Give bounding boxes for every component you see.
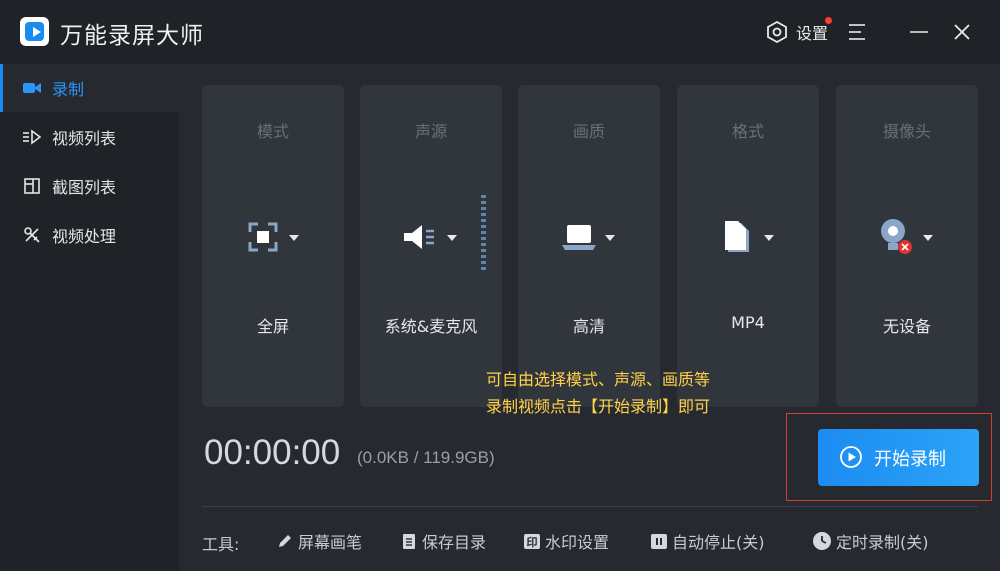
card-value: 无设备 — [882, 317, 931, 336]
settings-button[interactable]: 设置 — [764, 17, 832, 45]
chevron-down-icon — [289, 235, 299, 241]
clock-icon — [813, 532, 831, 550]
app-title: 万能录屏大师 — [60, 23, 204, 49]
sidebar-item-video-list[interactable]: 视频列表 — [0, 113, 179, 161]
volume-meter-icon — [481, 195, 486, 270]
svg-text:印: 印 — [527, 536, 538, 549]
sidebar-item-video-tools[interactable]: 视频处理 — [0, 211, 179, 259]
card-header: 画质 — [572, 122, 605, 141]
sidebar-item-screenshot-list[interactable]: 截图列表 — [0, 162, 179, 210]
tip-line-2: 录制视频点击【开始录制】即可 — [486, 397, 711, 416]
menu-icon[interactable] — [846, 20, 870, 44]
video-list-icon — [23, 129, 42, 145]
start-recording-label: 开始录制 — [874, 448, 946, 470]
tip-annotation: 可自由选择模式、声源、画质等 录制视频点击【开始录制】即可 — [486, 366, 710, 420]
audio-source-card[interactable]: 声源 系统&麦克风 — [360, 85, 502, 407]
laptop-icon — [562, 225, 596, 250]
card-value: 全屏 — [256, 317, 289, 336]
tip-line-1: 可自由选择模式、声源、画质等 — [486, 370, 711, 389]
tool-screen-pen[interactable]: 屏幕画笔 — [276, 529, 362, 553]
watermark-icon: 印 — [524, 534, 540, 549]
chevron-down-icon — [447, 235, 457, 241]
app-logo-icon — [20, 17, 49, 46]
sidebar-item-label: 截图列表 — [52, 178, 117, 197]
close-icon[interactable] — [950, 20, 974, 44]
tool-label: 定时录制(关) — [836, 533, 929, 552]
quality-card[interactable]: 画质 高清 — [518, 85, 660, 407]
card-header: 摄像头 — [882, 122, 931, 141]
webcam-card[interactable]: 摄像头 无设备 — [836, 85, 978, 407]
tools-label: 工具: — [202, 535, 240, 554]
tool-auto-stop[interactable]: 自动停止(关) — [650, 529, 765, 553]
sidebar-item-label: 视频列表 — [52, 129, 117, 148]
minimize-icon[interactable] — [907, 20, 931, 44]
card-value: 系统&麦克风 — [384, 317, 478, 336]
play-circle-icon — [840, 446, 862, 468]
mode-card[interactable]: 模式 全屏 — [202, 85, 344, 407]
tool-scheduled-recording[interactable]: 定时录制(关) — [812, 529, 929, 553]
start-recording-button[interactable]: 开始录制 — [818, 429, 979, 486]
fullscreen-icon — [248, 222, 278, 252]
notification-dot — [825, 17, 832, 24]
pause-icon — [651, 534, 667, 549]
format-card[interactable]: 格式 MP4 — [677, 85, 819, 407]
card-value: MP4 — [731, 313, 765, 332]
card-header: 模式 — [256, 122, 289, 141]
sidebar-item-label: 录制 — [52, 80, 85, 99]
sidebar-item-record[interactable]: 录制 — [0, 64, 179, 112]
card-header: 格式 — [731, 122, 764, 141]
tool-label: 屏幕画笔 — [298, 533, 363, 552]
card-header: 声源 — [414, 122, 447, 141]
divider — [202, 506, 978, 507]
camera-icon — [23, 83, 41, 93]
sidebar: 录制 视频列表 截图列表 视频处理 — [0, 64, 179, 571]
tool-label: 自动停止(关) — [672, 533, 765, 552]
settings-label: 设置 — [796, 24, 829, 43]
chevron-down-icon — [923, 235, 933, 241]
sidebar-item-label: 视频处理 — [52, 227, 117, 246]
pen-icon — [279, 535, 291, 547]
speaker-mic-icon — [404, 225, 434, 249]
tool-save-directory[interactable]: 保存目录 — [400, 529, 486, 553]
chevron-down-icon — [764, 235, 774, 241]
title-bar: 万能录屏大师 设置 — [0, 0, 1000, 64]
chevron-down-icon — [605, 235, 615, 241]
video-tools-icon — [24, 227, 40, 243]
settings-icon — [767, 20, 787, 44]
screenshot-list-icon — [24, 178, 40, 194]
folder-list-icon — [403, 534, 415, 549]
recording-timer: 00:00:00 — [204, 433, 341, 472]
webcam-off-icon — [881, 219, 912, 254]
file-icon — [725, 221, 749, 252]
tool-watermark[interactable]: 印 水印设置 — [523, 529, 609, 553]
card-value: 高清 — [572, 317, 605, 336]
tool-label: 保存目录 — [422, 533, 487, 552]
tool-label: 水印设置 — [545, 533, 610, 552]
file-size-readout: (0.0KB / 119.9GB) — [357, 448, 495, 467]
